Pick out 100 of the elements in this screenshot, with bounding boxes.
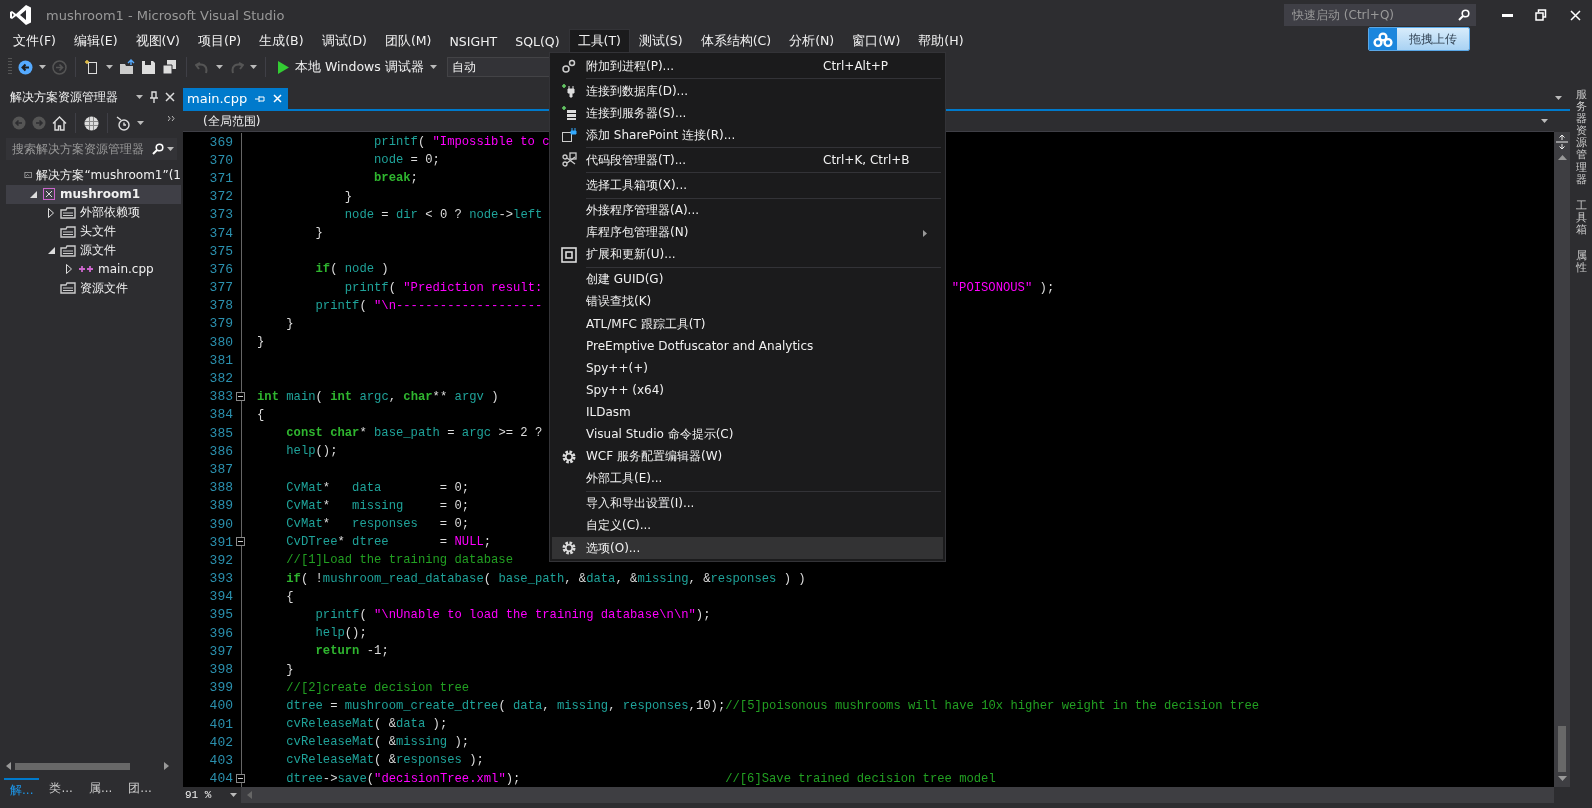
menu-item[interactable]: Spy++ (x64) xyxy=(552,379,943,402)
tree-item[interactable]: main.cpp xyxy=(6,260,181,279)
menu-item[interactable]: 添加 SharePoint 连接(R)... xyxy=(552,124,943,147)
menubar-item[interactable]: 生成(B) xyxy=(250,28,313,54)
code-line: help(); xyxy=(285,444,338,459)
caret-icon xyxy=(250,65,257,69)
split-handle-icon[interactable] xyxy=(1556,135,1568,149)
menubar-item[interactable]: 窗口(W) xyxy=(843,28,910,54)
menubar-item[interactable]: 体系结构(C) xyxy=(691,28,781,54)
tree-item[interactable]: 解决方案“mushroom1”(1 xyxy=(6,166,181,185)
menu-item[interactable]: Spy++(+) xyxy=(552,357,943,380)
menubar-item[interactable]: SQL(Q) xyxy=(506,29,569,53)
menubar-item[interactable]: 分析(N) xyxy=(780,28,844,54)
menubar-item[interactable]: 团队(M) xyxy=(375,28,441,54)
menu-item[interactable]: 创建 GUID(G) xyxy=(552,268,943,291)
scroll-up-icon[interactable] xyxy=(1557,155,1567,160)
home-icon[interactable] xyxy=(52,115,67,131)
expanded-arrow-icon[interactable] xyxy=(29,190,37,198)
collapsed-arrow-icon[interactable] xyxy=(48,208,54,218)
menu-item[interactable]: 连接到数据库(D)... xyxy=(552,80,943,103)
line-number: 396 xyxy=(208,625,233,641)
scrollbar-thumb[interactable] xyxy=(15,762,130,770)
scroll-left-icon[interactable] xyxy=(6,762,11,770)
save-all-icon[interactable] xyxy=(162,59,178,75)
upload-button[interactable]: 拖拽上传 xyxy=(1368,27,1470,51)
panel-tab[interactable]: 属... xyxy=(82,778,119,800)
open-file-icon[interactable] xyxy=(119,59,135,75)
collapse-toggle[interactable] xyxy=(236,391,245,401)
menu-item[interactable]: 连接到服务器(S)... xyxy=(552,102,943,125)
start-debugging-button[interactable]: 本地 Windows 调试器 xyxy=(274,56,441,78)
panel-tab[interactable]: 类... xyxy=(43,778,79,800)
new-project-icon[interactable] xyxy=(84,59,100,75)
menu-item[interactable]: Visual Studio 命令提示(C) xyxy=(552,423,943,446)
code-line: cvReleaseMat( &missing ); xyxy=(285,735,470,750)
search-field[interactable]: 搜索解决方案资源管理器 xyxy=(10,141,149,157)
filter-folder-icon xyxy=(60,206,76,220)
code-line: printf( "Prediction result: xyxy=(343,280,543,295)
side-tab[interactable]: 服务器资源管理器 xyxy=(1575,89,1587,186)
tree-item[interactable]: mushroom1 xyxy=(6,184,181,204)
menu-item[interactable]: 外部工具(E)... xyxy=(552,467,943,490)
code-line: if( !mushroom_read_database( base_path, &data, &missing, &responses ) ) xyxy=(285,571,806,586)
pin-icon[interactable] xyxy=(150,91,158,103)
collapse-toggle[interactable] xyxy=(236,773,245,783)
menu-item[interactable]: 外接程序管理器(A)... xyxy=(552,199,943,222)
menubar-item[interactable]: 测试(S) xyxy=(629,28,692,54)
menu-item[interactable]: 选项(O)... xyxy=(552,536,943,560)
code-line: CvMat* data = 0; xyxy=(285,480,470,495)
menubar-item[interactable]: 帮助(H) xyxy=(909,28,973,54)
back-icon[interactable] xyxy=(18,59,33,75)
scroll-down-icon[interactable] xyxy=(1557,776,1567,781)
search-field[interactable]: 搜索解决方案资源管理器 xyxy=(6,138,177,160)
menu-item[interactable]: PreEmptive Dotfuscator and Analytics xyxy=(552,335,943,358)
scroll-right-icon[interactable] xyxy=(164,762,169,770)
collapsed-arrow-icon[interactable] xyxy=(66,264,72,275)
menu-item[interactable]: WCF 服务配置编辑器(W) xyxy=(552,445,943,468)
menu-item[interactable]: 库程序包管理器(N) xyxy=(552,221,943,244)
restore-icon[interactable] xyxy=(1535,9,1547,21)
save-icon[interactable] xyxy=(141,59,156,75)
side-tab[interactable]: 工具箱 xyxy=(1575,199,1587,237)
overflow-chevron-icon[interactable] xyxy=(168,115,175,121)
menu-item[interactable]: 错误查找(K) xyxy=(552,290,943,314)
scrollbar-thumb[interactable] xyxy=(1558,726,1566,772)
tree-item[interactable]: 头文件 xyxy=(6,222,181,242)
expanded-arrow-icon[interactable] xyxy=(47,247,55,255)
collapse-toggle[interactable] xyxy=(236,537,245,547)
code-line: CvDTree* dtree = NULL; xyxy=(285,535,492,550)
line-number: 376 xyxy=(208,261,233,277)
menubar-item[interactable]: 文件(F) xyxy=(4,28,65,54)
tree-item[interactable]: 源文件 xyxy=(6,241,181,260)
zoom-dropdown[interactable]: 91 % xyxy=(183,787,241,803)
tree-item[interactable]: 外部依赖项 xyxy=(6,203,181,223)
menu-item[interactable]: 自定义(C)... xyxy=(552,514,943,537)
menubar-item[interactable]: 工具(T) xyxy=(568,28,630,54)
tree-item[interactable]: 资源文件 xyxy=(6,278,181,298)
code-line: { xyxy=(285,589,294,604)
menubar-item[interactable]: 视图(V) xyxy=(126,28,189,54)
menu-item[interactable]: 扩展和更新(U)... xyxy=(552,243,943,266)
side-tab[interactable]: 属性 xyxy=(1575,250,1587,275)
menu-item[interactable]: ATL/MFC 跟踪工具(T) xyxy=(552,313,943,336)
quick-launch-field[interactable]: 快速启动 (Ctrl+Q) xyxy=(1290,7,1454,23)
line-number: 395 xyxy=(208,607,233,623)
panel-tab[interactable]: 解... xyxy=(4,778,40,800)
line-number: 385 xyxy=(208,425,233,441)
code-line: //[1]Load the training database xyxy=(285,553,513,568)
line-number: 373 xyxy=(208,207,233,223)
menu-item[interactable]: 代码段管理器(T)... Ctrl+K, Ctrl+B xyxy=(552,149,943,172)
quick-launch-field[interactable]: 快速启动 (Ctrl+Q) xyxy=(1284,4,1476,26)
menubar-item[interactable]: NSIGHT xyxy=(440,29,507,53)
clock-icon[interactable] xyxy=(116,115,131,131)
close-icon[interactable] xyxy=(165,92,175,102)
menu-item[interactable]: 选择工具箱项(X)... xyxy=(552,174,943,197)
menubar-item[interactable]: 编辑(E) xyxy=(64,28,127,54)
menubar-item[interactable]: 调试(D) xyxy=(312,28,376,54)
panel-tab[interactable]: 团... xyxy=(122,778,158,800)
minimize-icon[interactable] xyxy=(1501,13,1513,17)
menu-item[interactable]: 导入和导出设置(I)... xyxy=(552,492,943,515)
settings-icon xyxy=(561,448,577,465)
globe-icon[interactable] xyxy=(84,115,99,131)
menu-item[interactable]: ILDasm xyxy=(552,401,943,424)
menubar-item[interactable]: 项目(P) xyxy=(188,28,251,54)
